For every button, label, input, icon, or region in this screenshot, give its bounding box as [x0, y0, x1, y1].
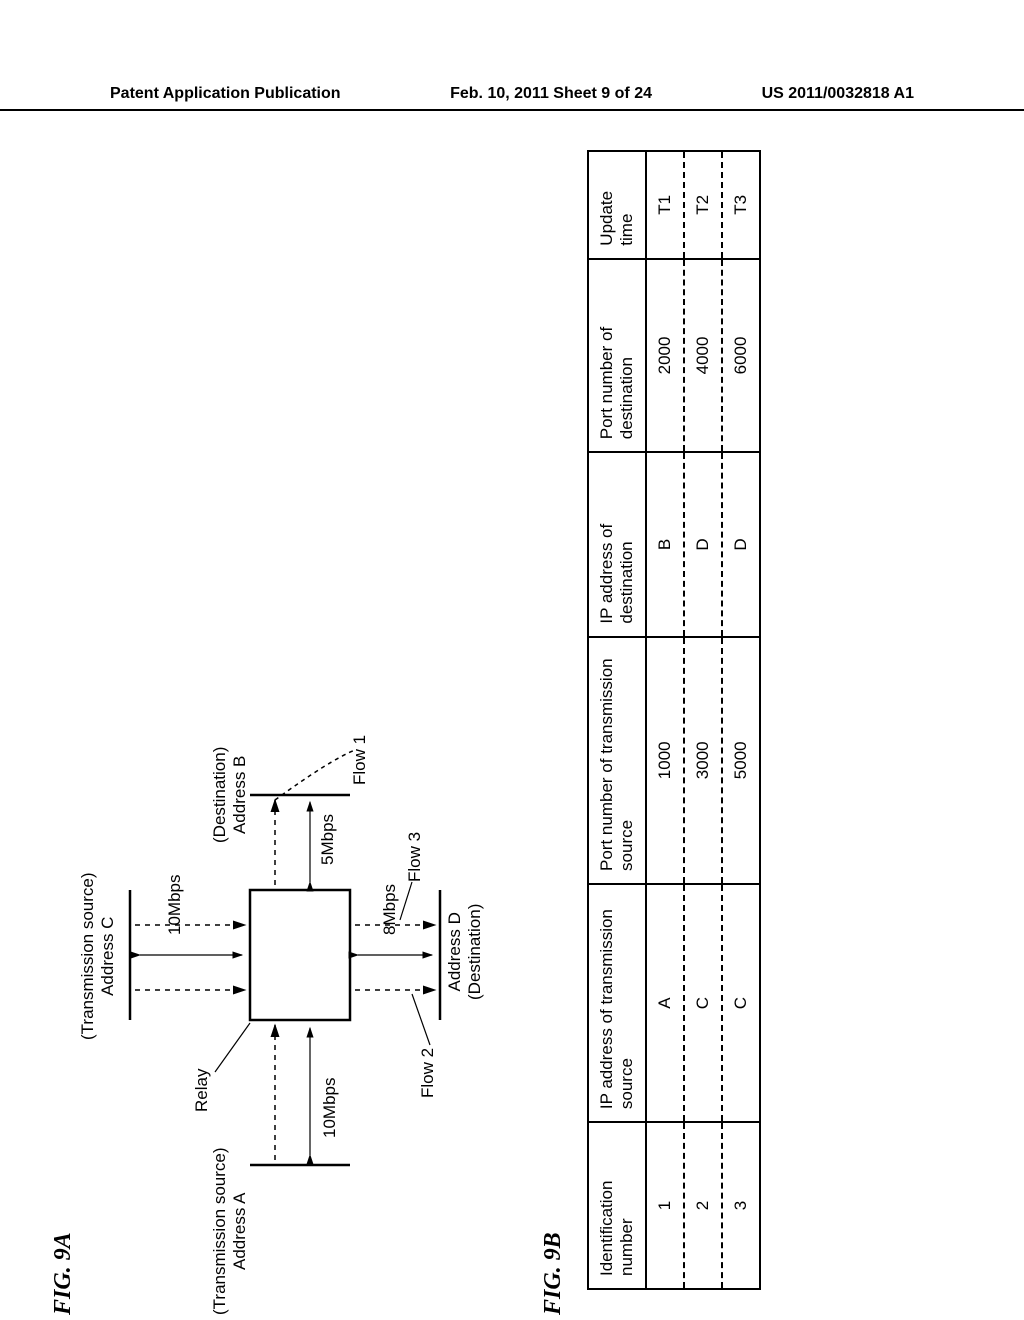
cell-id: 1 — [646, 1122, 684, 1289]
flow-table: Identification number IP address of tran… — [587, 150, 761, 1290]
header-center: Feb. 10, 2011 Sheet 9 of 24 — [450, 85, 652, 103]
tx-source-c-addr: Address C — [98, 917, 117, 996]
col-src-ip: IP address of transmission source — [588, 884, 646, 1122]
dest-d-label: Address D (Destination) — [445, 904, 485, 1000]
dest-b-addr: Address B — [230, 756, 249, 834]
figure-9a: FIG. 9A — [60, 730, 490, 1290]
flow1-label: Flow 1 — [350, 735, 370, 785]
cell-dst-port: 4000 — [684, 259, 722, 453]
col-id: Identification number — [588, 1122, 646, 1289]
cell-dst-ip: D — [684, 452, 722, 636]
figure-9b-label: FIG. 9B — [540, 150, 567, 1315]
col-src-ip-text: IP address of transmission source — [597, 909, 636, 1109]
dest-d-addr: Address D — [445, 912, 464, 991]
cell-src-port: 1000 — [646, 637, 684, 884]
table-row: 3 C 5000 D 6000 T3 — [722, 151, 760, 1289]
tx-source-c-title: (Transmission source) — [78, 872, 97, 1040]
col-update-text: Update time — [597, 191, 636, 246]
rate-5-right: 5Mbps — [318, 814, 338, 865]
col-src-port: Port number of transmission source — [588, 637, 646, 884]
cell-src-ip: C — [684, 884, 722, 1122]
flow3-label: Flow 3 — [405, 832, 425, 882]
cell-dst-ip: D — [722, 452, 760, 636]
dest-b-label: (Destination) Address B — [210, 747, 250, 843]
cell-dst-port: 2000 — [646, 259, 684, 453]
header-left: Patent Application Publication — [110, 85, 341, 103]
dest-d-title: (Destination) — [465, 904, 484, 1000]
col-dst-ip-text: IP address of destination — [597, 524, 636, 624]
tx-source-a-addr: Address A — [230, 1192, 249, 1270]
cell-id: 2 — [684, 1122, 722, 1289]
cell-update: T3 — [722, 151, 760, 259]
cell-src-port: 5000 — [722, 637, 760, 884]
cell-dst-port: 6000 — [722, 259, 760, 453]
cell-id: 3 — [722, 1122, 760, 1289]
tx-source-c-label: (Transmission source) Address C — [78, 872, 118, 1040]
relay-label: Relay — [192, 1069, 212, 1112]
dest-b-title: (Destination) — [210, 747, 229, 843]
tx-source-a-title: (Transmission source) — [210, 1147, 229, 1315]
col-dst-port: Port number of destination — [588, 259, 646, 453]
col-id-text: Identification number — [597, 1181, 636, 1276]
figure-9b: FIG. 9B Identification number IP address… — [540, 150, 761, 1290]
table-row: 1 A 1000 B 2000 T1 — [646, 151, 684, 1289]
figure-9a-svg — [60, 730, 490, 1290]
cell-dst-ip: B — [646, 452, 684, 636]
cell-src-ip: C — [722, 884, 760, 1122]
flow2-label: Flow 2 — [418, 1048, 438, 1098]
col-dst-port-text: Port number of destination — [597, 327, 636, 439]
header-right: US 2011/0032818 A1 — [762, 85, 914, 103]
table-row: 2 C 3000 D 4000 T2 — [684, 151, 722, 1289]
col-update: Update time — [588, 151, 646, 259]
page-body-rotated: FIG. 9A — [0, 150, 1024, 1320]
page-header: Patent Application Publication Feb. 10, … — [0, 85, 1024, 111]
rate-8-bottom: 8Mbps — [380, 884, 400, 935]
cell-update: T2 — [684, 151, 722, 259]
cell-update: T1 — [646, 151, 684, 259]
rate-10-left: 10Mbps — [320, 1078, 340, 1138]
col-dst-ip: IP address of destination — [588, 452, 646, 636]
rate-10-top: 10Mbps — [165, 875, 185, 935]
cell-src-ip: A — [646, 884, 684, 1122]
tx-source-a-label: (Transmission source) Address A — [210, 1147, 250, 1315]
col-src-port-text: Port number of transmission source — [597, 658, 636, 871]
cell-src-port: 3000 — [684, 637, 722, 884]
